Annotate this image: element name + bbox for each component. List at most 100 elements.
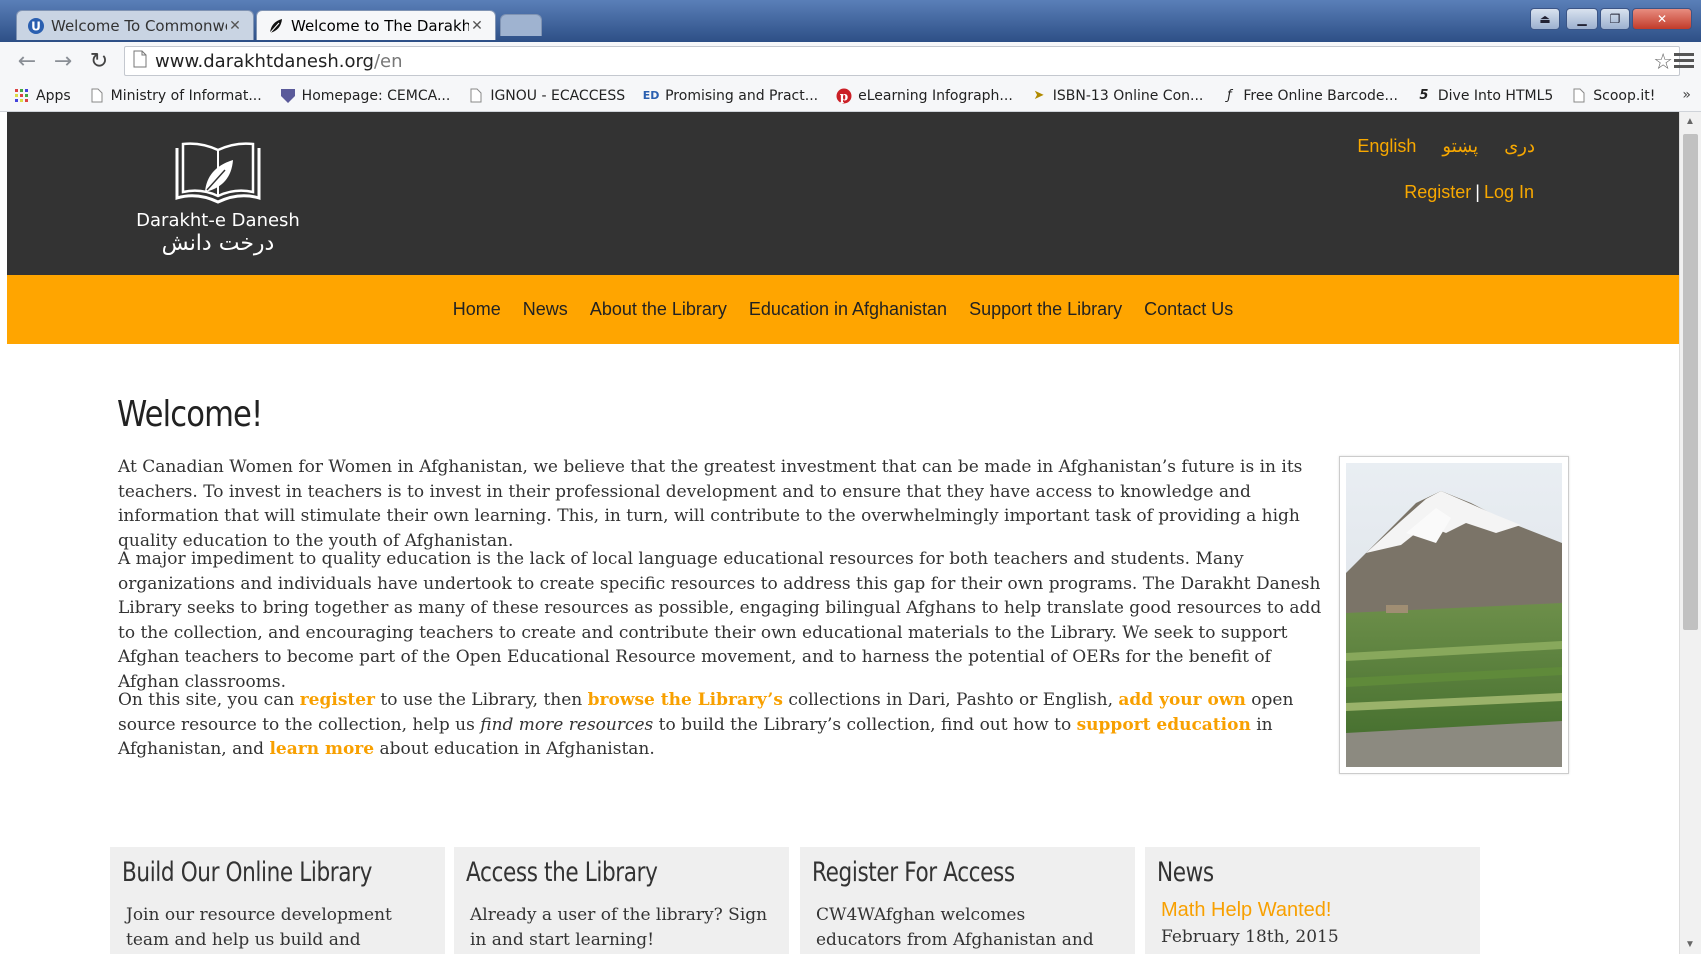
card-title[interactable]: News	[1157, 857, 1214, 888]
scroll-down-arrow-icon[interactable]: ▼	[1685, 939, 1695, 950]
open-book-leaf-icon	[175, 142, 261, 204]
bookmark-elearning[interactable]: p eLearning Infograph...	[836, 88, 1013, 104]
auth-links: Register | Log In	[1404, 182, 1534, 203]
logo-name: Darakht-e Danesh	[135, 210, 301, 231]
svg-text:p: p	[840, 89, 848, 103]
mountain-photo-frame	[1339, 456, 1569, 774]
url-text: www.darakhtdanesh.org/en	[155, 51, 403, 72]
site-header: Darakht-e Danesh درخت دانش English پښتو …	[7, 112, 1679, 275]
card-title[interactable]: Access the Library	[466, 857, 658, 888]
url-path: /en	[373, 50, 403, 72]
card-body: Join our resource development team and h…	[126, 905, 392, 950]
card-register: Register For Access CW4WAfghan welcomes …	[800, 847, 1135, 954]
find-more-resources-text: find more resources	[480, 714, 654, 735]
u-circle-icon: U	[27, 17, 45, 35]
bookmark-apps[interactable]: Apps	[14, 88, 71, 104]
support-education-link[interactable]: support education	[1077, 715, 1251, 735]
card-build-library: Build Our Online Library Join our resour…	[110, 847, 445, 954]
minimize-button[interactable]: ▁	[1566, 8, 1598, 30]
svg-text:U: U	[31, 19, 41, 33]
page-icon	[1571, 88, 1587, 104]
login-link[interactable]: Log In	[1484, 182, 1534, 202]
card-title[interactable]: Build Our Online Library	[122, 857, 372, 888]
user-profile-icon[interactable]: ⏏	[1530, 8, 1560, 30]
bookmark-label: Free Online Barcode...	[1243, 87, 1398, 104]
learn-more-link[interactable]: learn more	[269, 739, 374, 759]
html5-icon: 5	[1419, 88, 1429, 103]
card-title[interactable]: Register For Access	[812, 857, 1015, 888]
new-tab-button[interactable]	[500, 14, 542, 36]
text-segment: to use the Library, then	[375, 690, 588, 710]
maximize-button[interactable]: ❐	[1600, 8, 1630, 30]
mountain-landscape-image	[1346, 463, 1562, 767]
back-arrow-icon[interactable]: ←	[14, 49, 40, 74]
page-icon	[468, 88, 484, 104]
browser-toolbar: ← → ↻ www.darakhtdanesh.org/en ☆	[0, 42, 1701, 81]
reload-icon[interactable]: ↻	[86, 49, 112, 74]
nav-support-library[interactable]: Support the Library	[969, 299, 1122, 320]
card-access-library: Access the Library Already a user of the…	[454, 847, 789, 954]
page-scrollbar[interactable]: ▲ ▼	[1679, 112, 1701, 954]
bookmarks-overflow-icon[interactable]: »	[1682, 87, 1691, 103]
forward-arrow-icon[interactable]: →	[50, 49, 76, 74]
close-tab-icon[interactable]: ✕	[227, 18, 243, 34]
register-inline-link[interactable]: register	[300, 690, 375, 710]
tab-darakht[interactable]: Welcome to The Darakht- ✕	[256, 10, 496, 40]
nav-about-library[interactable]: About the Library	[590, 299, 727, 320]
bookmark-ignou[interactable]: IGNOU - ECACCESS	[468, 88, 625, 104]
language-english[interactable]: English	[1357, 136, 1416, 157]
bookmark-ministry[interactable]: Ministry of Informat...	[89, 88, 262, 104]
shield-icon	[280, 88, 296, 104]
pinterest-icon: p	[836, 88, 852, 104]
card-body: CW4WAfghan welcomes educators from Afgha…	[816, 905, 1094, 950]
register-link[interactable]: Register	[1404, 182, 1471, 202]
main-navigation: Home News About the Library Education in…	[7, 275, 1679, 344]
bookmark-barcode[interactable]: ƒ Free Online Barcode...	[1221, 88, 1398, 104]
site-usage-paragraph: On this site, you can register to use th…	[118, 688, 1332, 762]
tab-commonwealth[interactable]: U Welcome To Commonwe ✕	[16, 10, 254, 40]
close-tab-icon[interactable]: ✕	[469, 18, 485, 34]
language-dari[interactable]: دری	[1504, 136, 1535, 157]
text-segment: On this site, you can	[118, 690, 300, 710]
logo-name-bold: Danesh	[231, 210, 300, 231]
site-logo[interactable]: Darakht-e Danesh درخت دانش	[135, 142, 301, 270]
scroll-thumb[interactable]	[1683, 134, 1698, 630]
card-news: News Math Help Wanted! February 18th, 20…	[1145, 847, 1480, 954]
bookmark-label: eLearning Infograph...	[858, 87, 1013, 104]
nav-education-afghanistan[interactable]: Education in Afghanistan	[749, 299, 947, 320]
nav-news[interactable]: News	[523, 299, 568, 320]
news-item-link[interactable]: Math Help Wanted!	[1161, 899, 1331, 922]
bookmark-scoopit[interactable]: Scoop.it!	[1571, 88, 1655, 104]
tab-title: Welcome To Commonwe	[51, 16, 227, 35]
ed-icon: ED	[642, 89, 660, 102]
text-segment: collections in Dari, Pashto or English,	[782, 690, 1119, 710]
apps-grid-icon	[14, 88, 30, 104]
close-window-button[interactable]: ✕	[1632, 8, 1692, 30]
bookmark-star-icon[interactable]: ☆	[1653, 50, 1673, 75]
scroll-up-arrow-icon[interactable]: ▲	[1685, 116, 1695, 127]
add-your-own-link[interactable]: add your own	[1118, 690, 1246, 710]
address-bar[interactable]: www.darakhtdanesh.org/en ☆	[124, 46, 1680, 76]
tab-title: Welcome to The Darakht-	[291, 16, 469, 35]
intro-paragraph: At Canadian Women for Women in Afghanist…	[118, 457, 1303, 551]
browse-library-link[interactable]: browse the Library’s	[588, 690, 783, 710]
leaf-icon	[267, 17, 285, 35]
bookmark-label: Scoop.it!	[1593, 87, 1656, 104]
bookmark-cemca[interactable]: Homepage: CEMCA...	[280, 87, 451, 104]
text-segment: to build the Library’s collection, find …	[653, 714, 1077, 735]
bookmark-isbn[interactable]: ➤ ISBN-13 Online Con...	[1031, 88, 1203, 104]
language-switcher: English پښتو دری	[1357, 136, 1535, 157]
news-item-date: February 18th, 2015	[1161, 927, 1339, 947]
language-pashto[interactable]: پښتو	[1442, 136, 1478, 157]
card-body: Already a user of the library? Sign in a…	[470, 905, 768, 950]
menu-icon[interactable]	[1674, 50, 1694, 72]
text-segment: about education in Afghanistan.	[374, 739, 655, 760]
logo-arabic-name: درخت دانش	[161, 231, 275, 256]
logo-name-light: Darakht-e	[136, 210, 226, 231]
bookmark-html5[interactable]: 5 Dive Into HTML5	[1416, 88, 1553, 104]
bookmark-promising[interactable]: ED Promising and Pract...	[643, 88, 818, 104]
nav-home[interactable]: Home	[453, 299, 501, 320]
bookmark-label: Homepage: CEMCA...	[301, 87, 451, 104]
auth-separator: |	[1475, 182, 1480, 202]
nav-contact-us[interactable]: Contact Us	[1144, 299, 1233, 320]
